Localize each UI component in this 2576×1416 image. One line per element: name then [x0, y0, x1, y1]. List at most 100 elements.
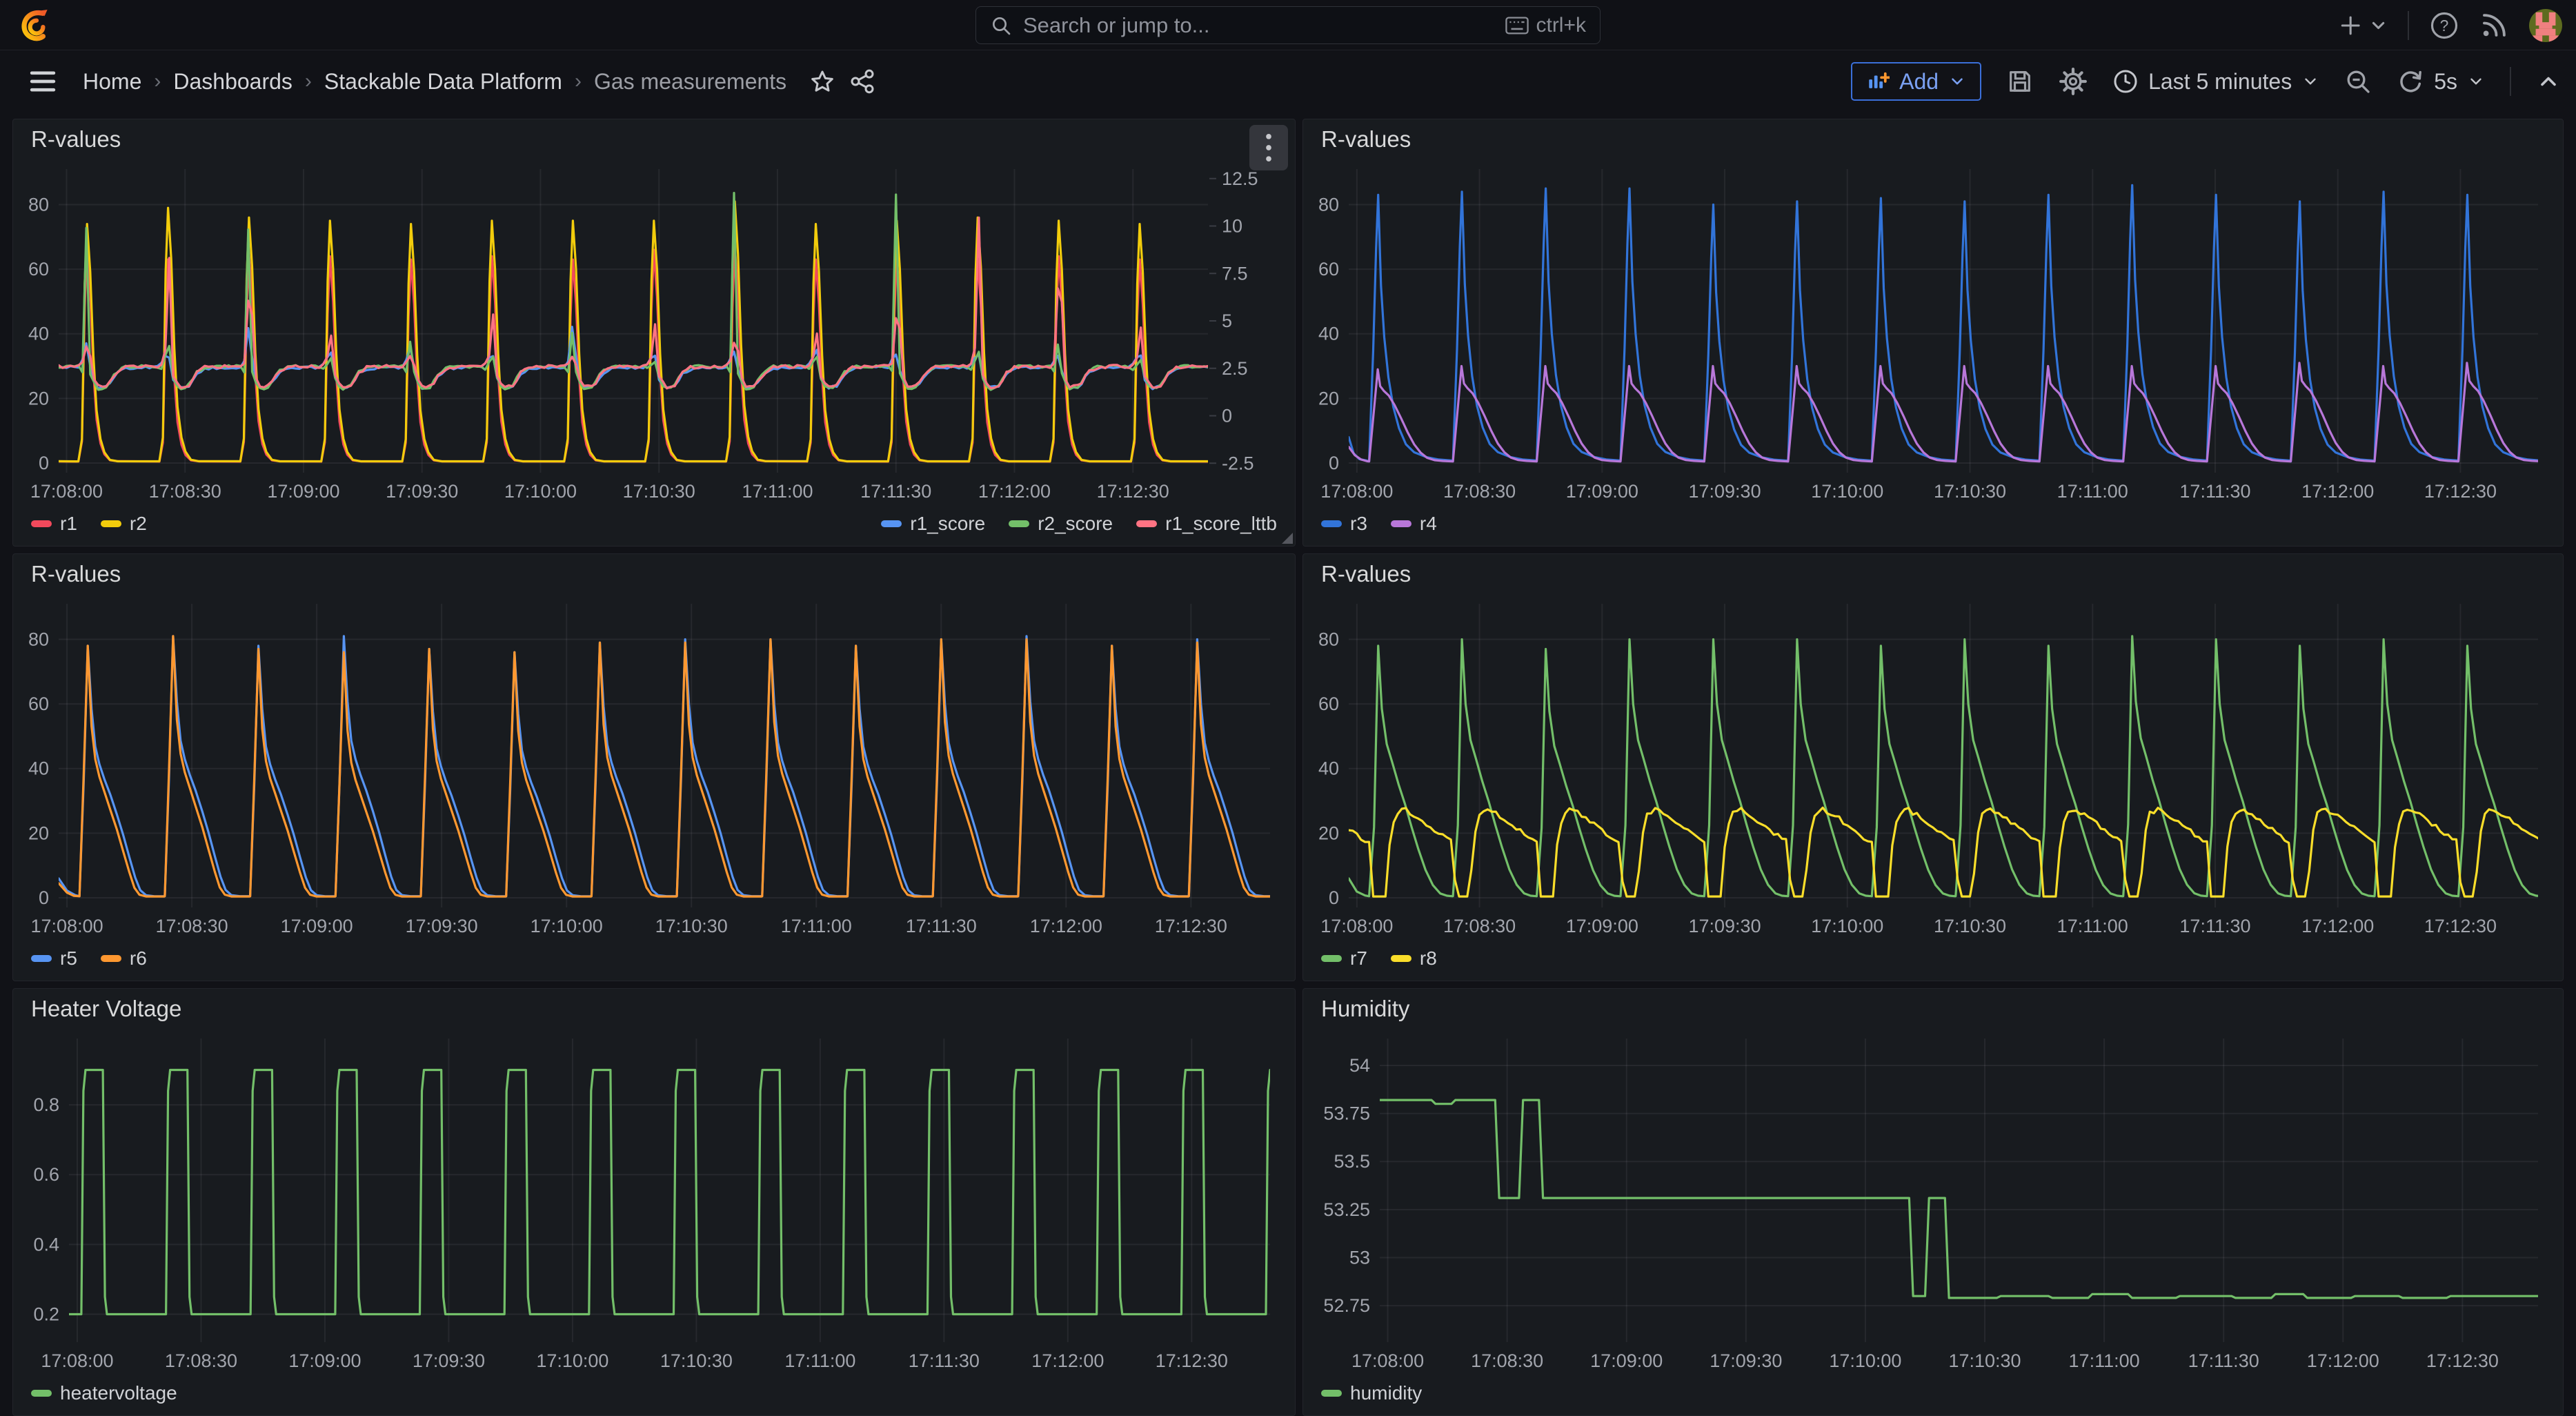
series-line-heatervoltage: [69, 1070, 1291, 1315]
panel-heater-voltage: Heater Voltage 0.20.40.60.817:08:0017:08…: [12, 988, 1296, 1416]
x-axis-tick: 17:12:00: [1031, 1350, 1104, 1371]
breadcrumb-dashboards[interactable]: Dashboards: [173, 69, 293, 95]
legend-item-r7[interactable]: r7: [1321, 947, 1367, 970]
x-axis-tick: 17:08:00: [1351, 1350, 1424, 1371]
y-axis-tick: 80: [28, 194, 49, 215]
legend-item-r1[interactable]: r1: [31, 513, 77, 535]
legend-item-humidity[interactable]: humidity: [1321, 1382, 1422, 1404]
y-axis-tick: 0.6: [33, 1164, 59, 1185]
panel-header[interactable]: Humidity: [1303, 989, 2563, 1029]
divider: [2510, 67, 2511, 96]
favorite-star-icon[interactable]: [809, 68, 836, 95]
share-icon[interactable]: [849, 68, 876, 95]
collapse-toolbar-icon[interactable]: [2536, 69, 2561, 94]
legend-item-r1_score_lttb[interactable]: r1_score_lttb: [1136, 513, 1277, 535]
y-axis-tick: 0.2: [33, 1304, 59, 1325]
x-axis-tick: 17:09:00: [267, 481, 339, 502]
timeseries-plot[interactable]: 02040608017:08:0017:08:3017:09:0017:09:3…: [17, 594, 1291, 938]
legend-item-r2[interactable]: r2: [101, 513, 147, 535]
panel-legend: r1 r2 r1_score r2_score r1_score_lttb: [31, 507, 1277, 540]
y-axis-tick: 0: [39, 453, 49, 473]
legend-label: r8: [1420, 947, 1437, 970]
x-axis-tick: 17:10:00: [1811, 481, 1883, 502]
x-axis-tick: 17:08:00: [1320, 916, 1393, 936]
breadcrumb-folder[interactable]: Stackable Data Platform: [324, 69, 562, 95]
x-axis-tick: 17:08:00: [31, 916, 103, 936]
y-axis-tick: 53.5: [1334, 1151, 1370, 1172]
x-axis-tick: 17:11:00: [781, 916, 852, 936]
breadcrumb-home[interactable]: Home: [83, 69, 141, 95]
x-axis-tick: 17:08:30: [156, 916, 228, 936]
x-axis-tick: 17:10:00: [504, 481, 577, 502]
panel-resize-handle[interactable]: [1282, 533, 1293, 544]
search-bar[interactable]: ctrl+k: [975, 6, 1601, 44]
top-bar: ctrl+k ?: [0, 0, 2576, 50]
keyboard-icon: [1505, 17, 1529, 35]
search-input[interactable]: [1023, 13, 1505, 38]
legend-item-heatervoltage[interactable]: heatervoltage: [31, 1382, 177, 1404]
panel-header[interactable]: R-values: [1303, 554, 2563, 594]
legend-item-r4[interactable]: r4: [1391, 513, 1437, 535]
x-axis-tick: 17:09:30: [413, 1350, 485, 1371]
series-line-r1_score: [59, 327, 1291, 390]
x-axis-tick: 17:12:30: [2424, 916, 2497, 936]
x-axis-tick: 17:08:30: [1471, 1350, 1543, 1371]
legend-item-r8[interactable]: r8: [1391, 947, 1437, 970]
legend-item-r6[interactable]: r6: [101, 947, 147, 970]
save-dashboard-icon[interactable]: [2006, 68, 2034, 95]
right-y-axis-tick: 5: [1222, 311, 1232, 331]
x-axis-tick: 17:12:30: [2426, 1350, 2499, 1371]
time-range-picker[interactable]: Last 5 minutes: [2112, 68, 2319, 95]
x-axis-tick: 17:08:30: [1443, 481, 1516, 502]
add-button[interactable]: Add: [1851, 62, 1981, 101]
x-axis-tick: 17:11:30: [906, 916, 977, 936]
legend-swatch: [1391, 955, 1411, 962]
x-axis-tick: 17:12:00: [2301, 481, 2374, 502]
panel-header[interactable]: R-values: [13, 119, 1295, 159]
panel-title: R-values: [13, 561, 121, 587]
panel-humidity: Humidity 52.755353.2553.553.755417:08:00…: [1302, 988, 2564, 1416]
y-axis-tick: 53.25: [1323, 1199, 1370, 1220]
menu-toggle-icon[interactable]: [28, 68, 58, 95]
y-axis-tick: 40: [1318, 758, 1339, 779]
timeseries-plot[interactable]: 020406080-2.502.557.51012.517:08:0017:08…: [17, 159, 1291, 503]
panel-header[interactable]: R-values: [13, 554, 1295, 594]
settings-gear-icon[interactable]: [2059, 67, 2088, 96]
legend-item-r5[interactable]: r5: [31, 947, 77, 970]
avatar[interactable]: [2529, 9, 2562, 42]
legend-item-r2_score[interactable]: r2_score: [1009, 513, 1113, 535]
refresh-control[interactable]: 5s: [2397, 68, 2485, 95]
panel-r-values-1: R-values 020406080-2.502.557.51012.517:0…: [12, 119, 1296, 547]
x-axis-tick: 17:10:00: [536, 1350, 608, 1371]
legend-label: r2: [130, 513, 147, 535]
y-axis-tick: 0: [39, 887, 49, 908]
y-axis-tick: 0.4: [33, 1234, 59, 1255]
panel-header[interactable]: R-values: [1303, 119, 2563, 159]
news-icon[interactable]: [2479, 11, 2508, 40]
new-item-button[interactable]: [2339, 12, 2387, 39]
chevron-down-icon: [2467, 72, 2485, 90]
zoom-out-icon[interactable]: [2344, 68, 2372, 95]
timeseries-plot[interactable]: 02040608017:08:0017:08:3017:09:0017:09:3…: [1307, 159, 2559, 503]
legend-swatch: [101, 955, 121, 962]
grafana-logo-icon[interactable]: [19, 8, 54, 43]
legend-item-r3[interactable]: r3: [1321, 513, 1367, 535]
breadcrumb: Home › Dashboards › Stackable Data Platf…: [83, 68, 876, 95]
timeseries-plot[interactable]: 02040608017:08:0017:08:3017:09:0017:09:3…: [1307, 594, 2559, 938]
y-axis-tick: 40: [28, 324, 49, 344]
legend-swatch: [881, 520, 902, 527]
timeseries-plot[interactable]: 0.20.40.60.817:08:0017:08:3017:09:0017:0…: [17, 1029, 1291, 1373]
help-icon[interactable]: ?: [2430, 11, 2459, 40]
series-line-humidity: [1380, 1100, 2538, 1298]
dashboard-toolbar: Home › Dashboards › Stackable Data Platf…: [0, 51, 2576, 112]
legend-item-r1_score[interactable]: r1_score: [881, 513, 985, 535]
x-axis-tick: 17:09:00: [1590, 1350, 1663, 1371]
timeseries-plot[interactable]: 52.755353.2553.553.755417:08:0017:08:301…: [1307, 1029, 2559, 1373]
x-axis-tick: 17:09:00: [1566, 481, 1638, 502]
panel-header[interactable]: Heater Voltage: [13, 989, 1295, 1029]
right-y-axis-tick: 0: [1222, 406, 1232, 426]
legend-label: humidity: [1350, 1382, 1422, 1404]
x-axis-tick: 17:11:00: [742, 481, 813, 502]
legend-label: r6: [130, 947, 147, 970]
x-axis-tick: 17:12:00: [1030, 916, 1102, 936]
